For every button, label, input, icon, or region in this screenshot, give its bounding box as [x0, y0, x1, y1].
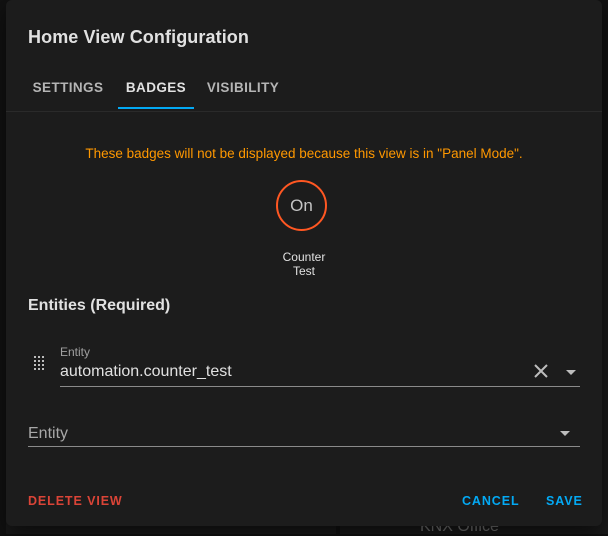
entity-picker-field[interactable]: Entity: [28, 418, 580, 447]
delete-view-button[interactable]: DELETE VIEW: [28, 494, 123, 508]
badge-label-line: Test: [292, 264, 315, 278]
tab-bar: SETTINGS BADGES VISIBILITY: [6, 66, 602, 110]
entities-section-title: Entities (Required): [28, 297, 171, 314]
chevron-down-icon[interactable]: [566, 370, 576, 376]
panel-mode-warning: These badges will not be displayed becau…: [85, 146, 523, 161]
badge-label: Counter Test: [254, 250, 354, 278]
chevron-down-icon[interactable]: [560, 431, 570, 437]
cancel-button[interactable]: CANCEL: [462, 494, 519, 508]
view-config-dialog: Home View Configuration SETTINGS BADGES …: [6, 0, 602, 526]
badge-preview[interactable]: On: [276, 180, 327, 231]
badge-state: On: [290, 195, 313, 215]
entity-field-label: Entity: [60, 345, 91, 359]
badge-label-line: Counter: [282, 250, 326, 264]
active-tab-indicator: [118, 107, 194, 109]
tab-visibility[interactable]: VISIBILITY: [198, 66, 288, 108]
tab-settings[interactable]: SETTINGS: [22, 66, 114, 108]
clear-icon[interactable]: [532, 362, 550, 380]
entity-field-value[interactable]: automation.counter_test: [60, 363, 232, 381]
tabs-divider: [6, 111, 602, 112]
tab-badges[interactable]: BADGES: [118, 66, 194, 108]
dialog-title: Home View Configuration: [28, 27, 249, 47]
entity-field[interactable]: Entity automation.counter_test: [60, 340, 580, 387]
save-button[interactable]: SAVE: [546, 494, 583, 508]
entity-picker-placeholder: Entity: [28, 425, 69, 442]
drag-handle-icon[interactable]: [34, 356, 46, 370]
